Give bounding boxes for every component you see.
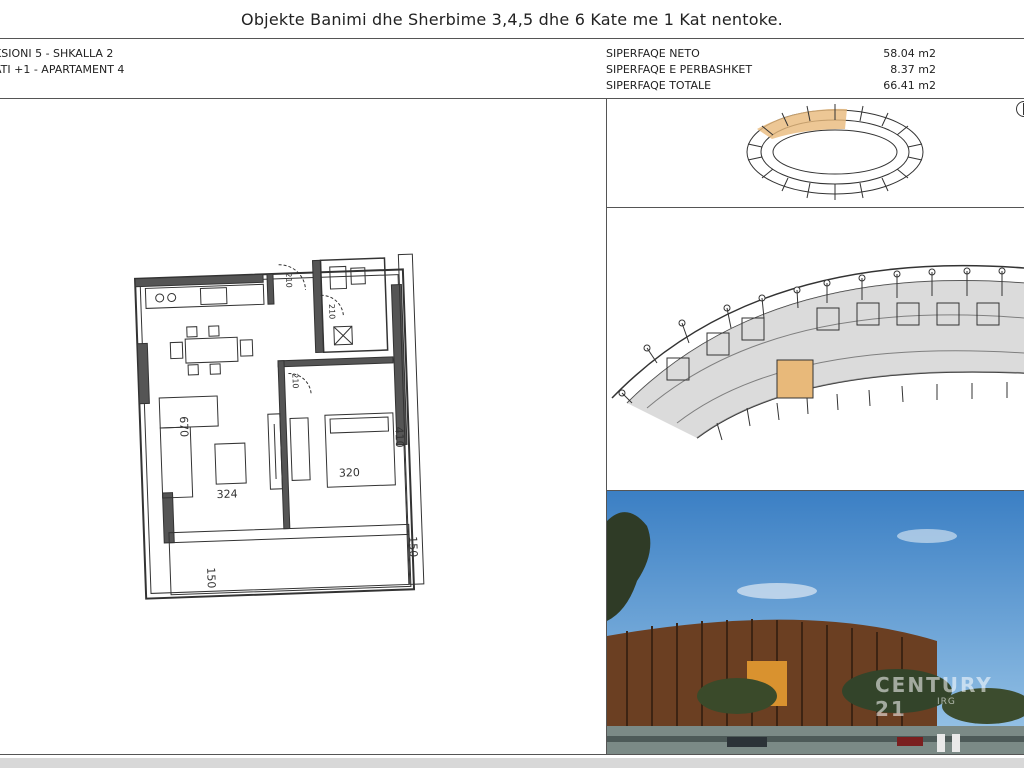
- bottom-border: [0, 754, 1024, 755]
- area-table: SIPERFAQE NETO 58.04 m2 SIPERFAQE E PERB…: [606, 46, 936, 94]
- dim-door-bedroom: 210: [290, 373, 300, 389]
- area-value: 66.41 m2: [883, 79, 936, 92]
- unit-section-label: KSIONI 5 - SHKALLA 2: [0, 47, 114, 60]
- unit-apartment-label: ATI +1 - APARTAMENT 4: [0, 63, 125, 76]
- area-value: 58.04 m2: [883, 47, 936, 60]
- area-value: 8.37 m2: [890, 63, 936, 76]
- dim-door-kitchen: 210: [284, 272, 294, 288]
- dim-balcony-left: 150: [204, 567, 218, 588]
- watermark-sub: IRG: [937, 697, 956, 707]
- area-label: SIPERFAQE NETO: [606, 47, 700, 60]
- area-row: SIPERFAQE NETO 58.04 m2: [606, 46, 936, 62]
- bottom-band: [0, 758, 1024, 768]
- title-bar: Objekte Banimi dhe Sherbime 3,4,5 dhe 6 …: [0, 0, 1024, 39]
- area-row: SIPERFAQE TOTALE 66.41 m2: [606, 78, 936, 94]
- dim-balcony-right: 150: [406, 536, 420, 557]
- key-plan-drawing: [746, 104, 924, 200]
- area-label: SIPERFAQE TOTALE: [606, 79, 712, 92]
- area-row: SIPERFAQE E PERBASHKET 8.37 m2: [606, 62, 936, 78]
- key-plan: [607, 99, 1024, 206]
- panel-divider: [606, 98, 607, 754]
- apartment-plan: 670 324 320 410 150 150 210 210 210: [0, 99, 605, 754]
- dim-bedroom-width: 320: [339, 466, 360, 480]
- apartment-plan-drawing: 670 324 320 410 150 150 210 210 210: [133, 253, 425, 600]
- area-label: SIPERFAQE E PERBASHKET: [606, 63, 753, 76]
- document-title: Objekte Banimi dhe Sherbime 3,4,5 dhe 6 …: [241, 9, 783, 29]
- panel-divider: [606, 207, 1024, 208]
- dim-living-width: 324: [216, 487, 237, 501]
- unit-info: KSIONI 5 - SHKALLA 2 ATI +1 - APARTAMENT…: [0, 46, 124, 78]
- info-bar: KSIONI 5 - SHKALLA 2 ATI +1 - APARTAMENT…: [0, 38, 1024, 99]
- dim-door-bath: 210: [327, 304, 337, 320]
- section-plan: [607, 208, 1024, 489]
- floor-plan-sheet: Objekte Banimi dhe Sherbime 3,4,5 dhe 6 …: [0, 0, 1024, 768]
- dim-living-height: 670: [177, 416, 191, 437]
- dim-bedroom-height: 410: [392, 426, 406, 447]
- section-plan-drawing: [611, 264, 1024, 441]
- panel-divider: [606, 490, 1024, 491]
